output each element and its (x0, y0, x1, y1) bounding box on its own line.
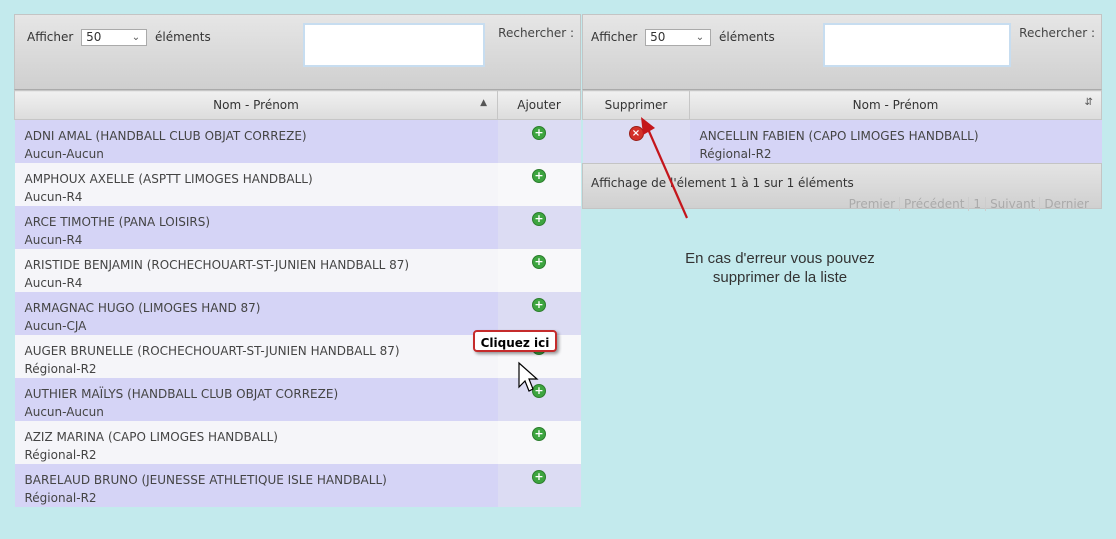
table-row: ARCE TIMOTHE (PANA LOISIRS) Aucun-R4 + (14, 206, 581, 249)
help-note-line-2: supprimer de la liste (712, 269, 848, 286)
add-cell: + (497, 206, 581, 249)
left-show-label: Afficher (27, 30, 74, 44)
player-name: AZIZ MARINA (CAPO LIMOGES HANDBALL) (24, 430, 279, 444)
add-cell: + (497, 119, 581, 163)
plus-circle-icon[interactable]: + (532, 169, 546, 183)
player-cell: BARELAUD BRUNO (JEUNESSE ATHLETIQUE ISLE… (14, 464, 498, 507)
add-cell: + (497, 249, 581, 292)
pager-first[interactable]: Premier (845, 197, 899, 211)
player-level: Régional-R2 (699, 147, 772, 161)
right-table-footer: Affichage de l'élement 1 à 1 sur 1 éléme… (582, 163, 1102, 211)
player-level: Aucun-R4 (24, 190, 83, 204)
player-cell: ARISTIDE BENJAMIN (ROCHECHOUART-ST-JUNIE… (14, 249, 498, 292)
left-search-input[interactable] (303, 23, 485, 67)
player-cell: AMPHOUX AXELLE (ASPTT LIMOGES HANDBALL) A… (14, 163, 498, 206)
player-name: AMPHOUX AXELLE (ASPTT LIMOGES HANDBALL) (24, 172, 313, 186)
player-level: Aucun-Aucun (24, 405, 104, 419)
player-name: ARISTIDE BENJAMIN (ROCHECHOUART-ST-JUNIE… (24, 258, 410, 272)
help-note: En cas d'erreur vous pouvez supprimer de… (650, 249, 910, 287)
plus-circle-icon[interactable]: + (532, 470, 546, 484)
pager-page[interactable]: 1 (968, 197, 985, 211)
pager-prev[interactable]: Précédent (899, 197, 968, 211)
table-row: AUTHIER MAÏLYS (HANDBALL CLUB OBJAT CORR… (14, 378, 581, 421)
x-circle-icon[interactable]: × (628, 126, 644, 141)
player-name: ARCE TIMOTHE (PANA LOISIRS) (24, 215, 211, 229)
add-cell: + (497, 421, 581, 464)
plus-circle-icon[interactable]: + (532, 126, 546, 140)
table-info: Affichage de l'élement 1 à 1 sur 1 éléme… (591, 176, 854, 190)
pager-next[interactable]: Suivant (985, 197, 1039, 211)
table-row: AZIZ MARINA (CAPO LIMOGES HANDBALL) Régio… (14, 421, 581, 464)
player-cell: ANCELLIN FABIEN (CAPO LIMOGES HANDBALL) R… (689, 119, 1102, 163)
plus-circle-icon[interactable]: + (532, 255, 546, 269)
player-name: BARELAUD BRUNO (JEUNESSE ATHLETIQUE ISLE… (24, 473, 387, 487)
column-header-name[interactable]: Nom - Prénom ▲ (14, 90, 498, 120)
player-level: Régional-R2 (24, 362, 97, 376)
left-search-label: Rechercher : (498, 26, 574, 40)
player-level: Aucun-R4 (24, 233, 83, 247)
player-name: ANCELLIN FABIEN (CAPO LIMOGES HANDBALL) (699, 129, 979, 143)
player-cell: ADNI AMAL (HANDBALL CLUB OBJAT CORREZE) A… (14, 119, 498, 163)
table-row: AMPHOUX AXELLE (ASPTT LIMOGES HANDBALL) A… (14, 163, 581, 206)
column-header-add: Ajouter (497, 90, 581, 120)
player-name: ADNI AMAL (HANDBALL CLUB OBJAT CORREZE) (24, 129, 307, 143)
player-cell: AUTHIER MAÏLYS (HANDBALL CLUB OBJAT CORR… (14, 378, 498, 421)
table-row: ADNI AMAL (HANDBALL CLUB OBJAT CORREZE) A… (14, 119, 581, 163)
chevron-down-icon: ⌄ (131, 32, 141, 43)
player-cell: AZIZ MARINA (CAPO LIMOGES HANDBALL) Régio… (14, 421, 498, 464)
selected-players-panel: Afficher 50 ⌄ éléments Rechercher : Suppr… (582, 14, 1102, 211)
plus-circle-icon[interactable]: + (532, 384, 546, 398)
player-cell: ARMAGNAC HUGO (LIMOGES HAND 87) Aucun-CJA (14, 292, 498, 335)
pagination: Premier Précédent 1 Suivant Dernier (845, 197, 1093, 211)
delete-cell: × (582, 119, 690, 163)
add-cell: + (497, 292, 581, 335)
left-length-control: Afficher 50 ⌄ éléments (27, 29, 211, 46)
right-length-select[interactable]: 50 ⌄ (645, 29, 712, 46)
table-row: BARELAUD BRUNO (JEUNESSE ATHLETIQUE ISLE… (14, 464, 581, 507)
plus-circle-icon[interactable]: + (532, 427, 546, 441)
left-toolbar: Afficher 50 ⌄ éléments Rechercher : (14, 14, 581, 90)
table-row: × ANCELLIN FABIEN (CAPO LIMOGES HANDBALL)… (582, 119, 1102, 163)
right-toolbar: Afficher 50 ⌄ éléments Rechercher : (582, 14, 1102, 90)
sort-up-icon: ▲ (480, 98, 487, 108)
add-cell: + (497, 163, 581, 206)
sort-both-icon: ⇵ (1084, 97, 1093, 108)
add-cell: + (497, 464, 581, 507)
selected-players-table: Supprimer Nom - Prénom ⇵ × ANCELLIN FABIE… (582, 90, 1102, 163)
right-show-suffix: éléments (719, 30, 775, 44)
right-search-label: Rechercher : (1019, 26, 1095, 40)
player-name: AUGER BRUNELLE (ROCHECHOUART-ST-JUNIEN H… (24, 344, 400, 358)
player-level: Régional-R2 (24, 448, 97, 462)
click-here-callout: Cliquez ici (473, 330, 557, 352)
add-cell: + (497, 378, 581, 421)
right-length-control: Afficher 50 ⌄ éléments (591, 29, 775, 46)
player-name: ARMAGNAC HUGO (LIMOGES HAND 87) (24, 301, 261, 315)
player-cell: ARCE TIMOTHE (PANA LOISIRS) Aucun-R4 (14, 206, 498, 249)
player-level: Aucun-R4 (24, 276, 83, 290)
left-show-suffix: éléments (155, 30, 211, 44)
left-length-select[interactable]: 50 ⌄ (81, 29, 148, 46)
player-level: Aucun-CJA (24, 319, 87, 333)
player-level: Aucun-Aucun (24, 147, 104, 161)
player-cell: AUGER BRUNELLE (ROCHECHOUART-ST-JUNIEN H… (14, 335, 498, 378)
pager-last[interactable]: Dernier (1039, 197, 1093, 211)
available-players-panel: Afficher 50 ⌄ éléments Rechercher : Nom -… (14, 14, 581, 507)
right-show-label: Afficher (591, 30, 638, 44)
available-players-table: Nom - Prénom ▲ Ajouter ADNI AMAL (HANDBA… (14, 90, 581, 507)
column-header-delete: Supprimer (582, 90, 690, 120)
chevron-down-icon: ⌄ (695, 32, 705, 43)
table-row: ARISTIDE BENJAMIN (ROCHECHOUART-ST-JUNIE… (14, 249, 581, 292)
plus-circle-icon[interactable]: + (532, 212, 546, 226)
table-row: ARMAGNAC HUGO (LIMOGES HAND 87) Aucun-CJA… (14, 292, 581, 335)
help-note-line-1: En cas d'erreur vous pouvez (685, 250, 875, 267)
player-name: AUTHIER MAÏLYS (HANDBALL CLUB OBJAT CORR… (24, 387, 339, 401)
player-level: Régional-R2 (24, 491, 97, 505)
right-search-input[interactable] (823, 23, 1011, 67)
plus-circle-icon[interactable]: + (532, 298, 546, 312)
column-header-name[interactable]: Nom - Prénom ⇵ (689, 90, 1102, 120)
